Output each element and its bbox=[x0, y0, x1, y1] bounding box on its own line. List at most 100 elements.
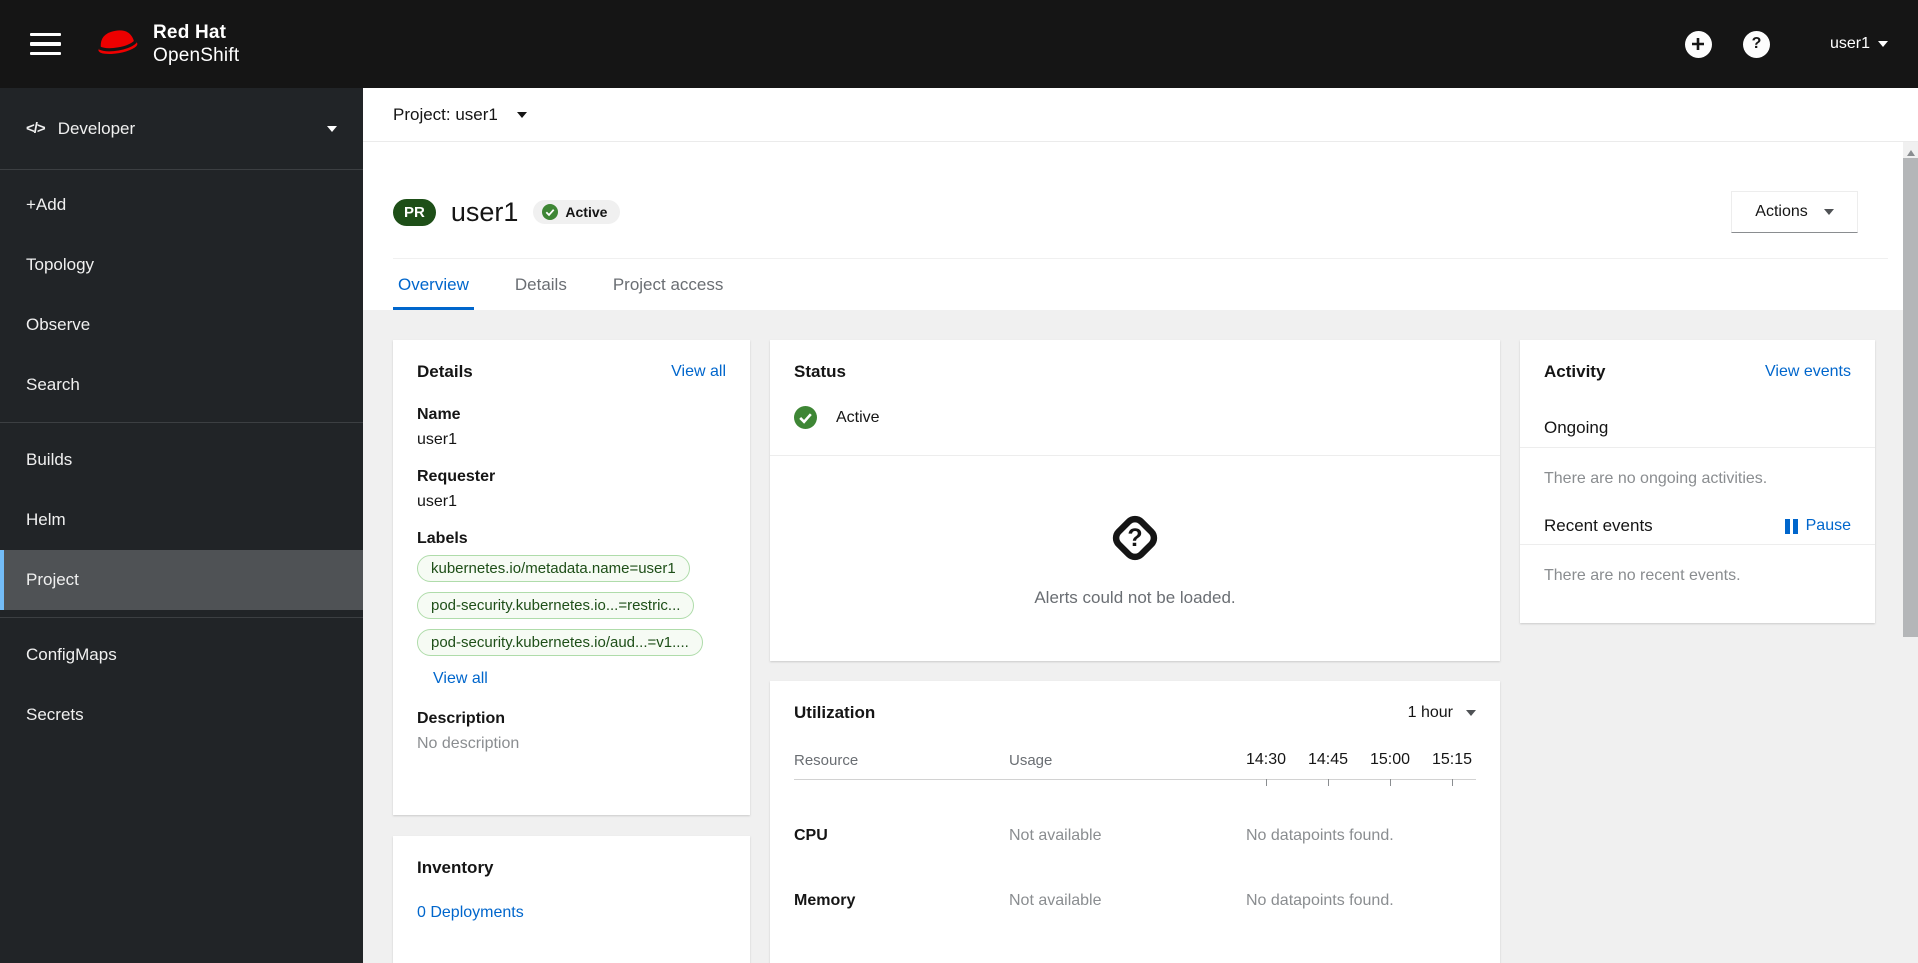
nav-group-3: ConfigMaps Secrets bbox=[0, 620, 363, 750]
hamburger-menu-icon[interactable] bbox=[30, 32, 61, 56]
actions-button[interactable]: Actions bbox=[1731, 191, 1858, 233]
sidebar-item-label: Builds bbox=[26, 450, 73, 469]
help-icon[interactable]: ? bbox=[1742, 30, 1770, 58]
duration-select[interactable]: 1 hour bbox=[1408, 704, 1476, 722]
status-card: Status Active ? Alerts could not be load… bbox=[770, 340, 1500, 661]
pause-events-button[interactable]: Pause bbox=[1784, 517, 1851, 535]
sidebar-item-project[interactable]: Project bbox=[0, 550, 363, 610]
column-right: Activity View events Ongoing There are n… bbox=[1520, 340, 1875, 623]
view-events-link[interactable]: View events bbox=[1765, 363, 1851, 381]
label-chip[interactable]: kubernetes.io/metadata.name=user1 bbox=[417, 555, 690, 582]
sidebar: </> Developer +Add Topology Observe Sear… bbox=[0, 88, 363, 963]
time-tick-label: 14:30 bbox=[1246, 751, 1287, 786]
status-card-title: Status bbox=[794, 362, 846, 381]
details-card-title: Details bbox=[417, 362, 473, 381]
user-menu-label: user1 bbox=[1829, 35, 1870, 52]
time-tick-label: 15:00 bbox=[1369, 751, 1411, 786]
nav-group-2: Builds Helm Project bbox=[0, 425, 363, 615]
sidebar-item-label: Topology bbox=[26, 255, 95, 274]
label-chip[interactable]: pod-security.kubernetes.io/aud...=v1.... bbox=[417, 629, 703, 656]
user-menu[interactable]: user1 bbox=[1830, 35, 1888, 53]
sidebar-divider bbox=[0, 617, 363, 618]
sidebar-item-observe[interactable]: Observe bbox=[0, 295, 363, 355]
sidebar-item-configmaps[interactable]: ConfigMaps bbox=[0, 625, 363, 685]
requester-label: Requester bbox=[417, 468, 496, 485]
svg-text:?: ? bbox=[1127, 524, 1142, 552]
scrollbar-thumb[interactable] bbox=[1903, 158, 1918, 637]
scroll-up-arrow-icon[interactable] bbox=[1906, 146, 1915, 156]
ongoing-empty-message: There are no ongoing activities. bbox=[1544, 470, 1768, 487]
label-chip[interactable]: pod-security.kubernetes.io...=restric... bbox=[417, 592, 695, 619]
tabs: Overview Details Project access bbox=[393, 258, 1888, 310]
masthead-toolbar: ? user1 bbox=[1684, 30, 1888, 58]
sidebar-item-topology[interactable]: Topology bbox=[0, 235, 363, 295]
tab-overview[interactable]: Overview bbox=[393, 259, 474, 310]
column-left: Details View all Name user1 Requester us… bbox=[393, 340, 750, 963]
name-label: Name bbox=[417, 406, 461, 423]
quick-create-icon[interactable] bbox=[1684, 30, 1712, 58]
sidebar-divider bbox=[0, 422, 363, 423]
recent-empty-message: There are no recent events. bbox=[1544, 567, 1741, 584]
page-header: PR user1 Active Actions Overview Details… bbox=[363, 142, 1918, 310]
description-label: Description bbox=[417, 710, 506, 727]
details-view-all-link[interactable]: View all bbox=[671, 363, 726, 381]
sidebar-item-label: Helm bbox=[26, 510, 66, 529]
vertical-scrollbar[interactable] bbox=[1903, 142, 1918, 963]
tab-project-access[interactable]: Project access bbox=[608, 259, 729, 310]
page-scroll-region: PR user1 Active Actions Overview Details… bbox=[363, 142, 1918, 963]
tab-details[interactable]: Details bbox=[510, 259, 572, 310]
sidebar-item-secrets[interactable]: Secrets bbox=[0, 685, 363, 745]
description-value: No description bbox=[417, 735, 520, 752]
activity-card: Activity View events Ongoing There are n… bbox=[1520, 340, 1875, 623]
project-status-text: Active bbox=[836, 408, 880, 426]
perspective-switcher[interactable]: </> Developer bbox=[0, 88, 363, 170]
column-middle: Status Active ? Alerts could not be load… bbox=[770, 340, 1500, 963]
utilization-card-title: Utilization bbox=[794, 703, 876, 722]
project-resource-badge: PR bbox=[393, 198, 436, 226]
sidebar-item-add[interactable]: +Add bbox=[0, 175, 363, 235]
utilization-row-cpu: CPU Not available No datapoints found. bbox=[794, 780, 1476, 845]
sidebar-item-label: ConfigMaps bbox=[26, 645, 117, 664]
usage-value: Not available bbox=[1009, 892, 1102, 909]
utilization-table-header: Resource Usage 14:30 14:45 15:00 15:15 bbox=[794, 723, 1476, 786]
sidebar-item-label: +Add bbox=[26, 195, 67, 214]
perspective-label: Developer bbox=[57, 118, 136, 138]
sidebar-item-helm[interactable]: Helm bbox=[0, 490, 363, 550]
resource-name: CPU bbox=[794, 827, 828, 844]
duration-select-value: 1 hour bbox=[1407, 704, 1453, 721]
brand-logo[interactable]: Red Hat OpenShift bbox=[94, 21, 239, 67]
masthead: Red Hat OpenShift ? user1 bbox=[0, 0, 1918, 88]
chevron-down-icon bbox=[1466, 710, 1476, 716]
sidebar-item-builds[interactable]: Builds bbox=[0, 430, 363, 490]
time-tick-label: 15:15 bbox=[1431, 751, 1472, 786]
time-axis: 14:30 14:45 15:00 15:15 bbox=[1224, 751, 1476, 786]
brand-line1: Red Hat bbox=[153, 21, 227, 43]
resource-name: Memory bbox=[794, 892, 856, 909]
pause-button-label: Pause bbox=[1805, 517, 1851, 534]
check-circle-icon bbox=[794, 406, 817, 429]
chevron-down-icon bbox=[327, 125, 337, 132]
status-badge-label: Active bbox=[565, 204, 608, 220]
developer-code-icon: </> bbox=[26, 120, 46, 137]
details-card: Details View all Name user1 Requester us… bbox=[393, 340, 750, 815]
alerts-message: Alerts could not be loaded. bbox=[1034, 587, 1236, 607]
utilization-row-memory: Memory Not available No datapoints found… bbox=[794, 845, 1476, 910]
utilization-card: Utilization 1 hour Resource Usage 14:30 … bbox=[770, 681, 1500, 963]
activity-card-title: Activity bbox=[1544, 362, 1606, 381]
pause-icon bbox=[1784, 518, 1798, 534]
datapoints-message: No datapoints found. bbox=[1246, 892, 1394, 909]
deployments-link[interactable]: 0 Deployments bbox=[417, 904, 524, 922]
usage-column-header: Usage bbox=[1009, 752, 1053, 769]
alerts-empty-state: ? Alerts could not be loaded. bbox=[770, 456, 1500, 661]
sidebar-item-label: Observe bbox=[26, 315, 91, 334]
main-area: Project: user1 PR user1 Active Actions O… bbox=[363, 88, 1918, 963]
utilization-table: Resource Usage 14:30 14:45 15:00 15:15 C… bbox=[770, 723, 1500, 910]
usage-value: Not available bbox=[1009, 827, 1102, 844]
inventory-card: Inventory 0 Deployments bbox=[393, 836, 750, 963]
status-badge: Active bbox=[533, 200, 621, 224]
project-selector[interactable]: Project: user1 bbox=[363, 88, 1918, 142]
sidebar-item-search[interactable]: Search bbox=[0, 355, 363, 415]
labels-view-all-link[interactable]: View all bbox=[433, 670, 488, 688]
sidebar-item-label: Search bbox=[26, 375, 80, 394]
requester-value: user1 bbox=[417, 493, 458, 510]
